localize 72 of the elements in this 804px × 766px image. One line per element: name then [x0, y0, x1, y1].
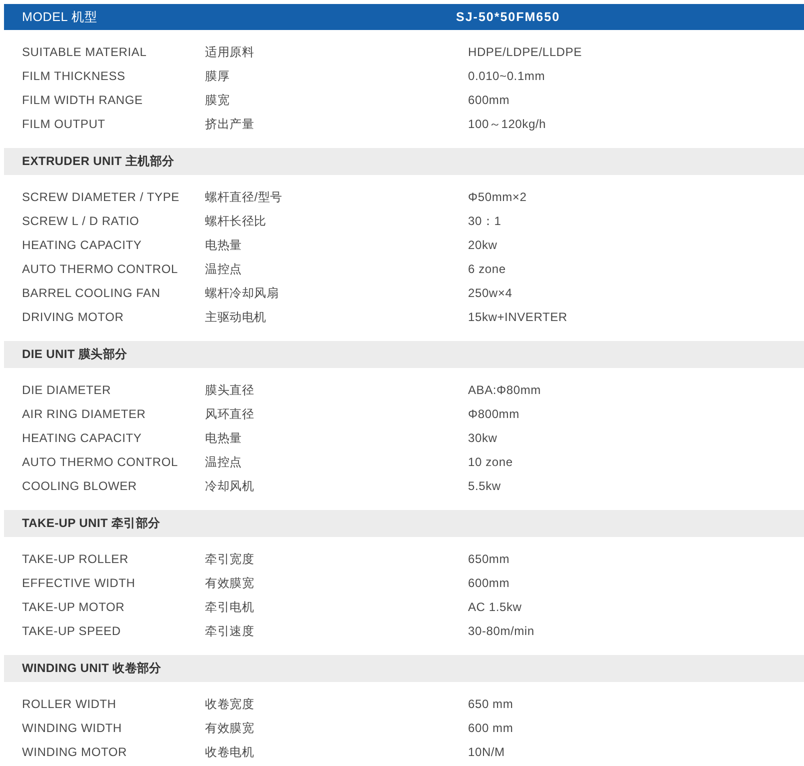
- spec-name: FILM THICKNESS: [22, 69, 126, 83]
- spec-value: 15kw+INVERTER: [468, 310, 568, 324]
- spec-name: AUTO THERMO CONTROL: [22, 455, 179, 469]
- spec-value: HDPE/LDPE/LLDPE: [468, 45, 583, 59]
- spec-name: BARREL COOLING FAN: [22, 286, 162, 300]
- spec-name: SCREW L / D RATIO: [22, 214, 140, 228]
- spec-name-chinese: 温控点: [205, 454, 243, 470]
- spec-name: SUITABLE MATERIAL: [22, 45, 148, 59]
- spec-name: TAKE-UP SPEED: [22, 624, 122, 638]
- spec-name: COOLING BLOWER: [22, 479, 138, 493]
- spec-name: WINDING WIDTH: [22, 721, 123, 735]
- spec-name-chinese: 有效膜宽: [205, 720, 256, 736]
- spec-value: 30-80m/min: [468, 624, 536, 638]
- spec-name: AUTO THERMO CONTROL: [22, 262, 179, 276]
- spec-name-chinese: 风环直径: [205, 406, 256, 422]
- spec-name-chinese: 牵引速度: [205, 622, 256, 640]
- model-label: MODEL 机型: [21, 8, 99, 26]
- spec-name-chinese: 牵引宽度: [205, 550, 256, 568]
- spec-name-chinese: 冷却风机: [205, 478, 256, 494]
- spec-name: HEATING CAPACITY: [22, 431, 143, 445]
- spec-name: WINDING MOTOR: [22, 745, 128, 759]
- spec-value: 100～120kg/h: [468, 116, 548, 132]
- spec-name-chinese: 膜头直径: [205, 382, 256, 398]
- spec-value: 30kw: [468, 431, 498, 445]
- spec-name: SCREW DIAMETER / TYPE: [22, 190, 180, 204]
- spec-value: Φ50mm×2: [468, 190, 528, 204]
- spec-name: DIE DIAMETER: [22, 383, 112, 397]
- spec-name: ROLLER WIDTH: [22, 697, 118, 711]
- spec-name-chinese: 适用原料: [205, 44, 256, 60]
- section-title: TAKE-UP UNIT 牵引部分: [21, 515, 160, 532]
- spec-value: 5.5kw: [468, 479, 502, 493]
- spec-value: 10 zone: [468, 455, 514, 469]
- spec-value: 250w×4: [468, 286, 514, 300]
- spec-value: 600mm: [468, 93, 511, 107]
- spec-value: 650 mm: [468, 697, 514, 711]
- section-title: WINDING UNIT 收卷部分: [21, 660, 162, 677]
- spec-value: 600mm: [468, 576, 511, 590]
- spec-name-chinese: 挤出产量: [205, 116, 256, 132]
- spec-value: AC 1.5kw: [468, 600, 523, 614]
- spec-name-chinese: 主驱动电机: [205, 308, 268, 326]
- spec-name-chinese: 电热量: [205, 430, 243, 446]
- spec-name-chinese: 电热量: [205, 236, 243, 254]
- spec-name: DRIVING MOTOR: [22, 310, 125, 324]
- spec-name: HEATING CAPACITY: [22, 238, 143, 252]
- spec-name-chinese: 收卷宽度: [205, 696, 256, 712]
- spec-value: Φ800mm: [468, 407, 520, 421]
- spec-name: TAKE-UP ROLLER: [22, 552, 130, 566]
- spec-value: 650mm: [468, 552, 511, 566]
- spec-name-chinese: 收卷电机: [205, 744, 256, 760]
- section-title: DIE UNIT 膜头部分: [21, 346, 128, 363]
- spec-value: ABA:Φ80mm: [468, 383, 542, 397]
- spec-name-chinese: 膜宽: [205, 92, 231, 108]
- spec-name-chinese: 温控点: [205, 260, 243, 278]
- spec-name-chinese: 螺杆长径比: [205, 212, 268, 230]
- spec-name-chinese: 有效膜宽: [205, 574, 256, 592]
- spec-name-chinese: 膜厚: [205, 68, 231, 84]
- spec-name: FILM OUTPUT: [22, 117, 106, 131]
- spec-name: EFFECTIVE WIDTH: [22, 576, 136, 590]
- spec-name: FILM WIDTH RANGE: [22, 93, 144, 107]
- spec-name-chinese: 牵引电机: [205, 598, 256, 616]
- spec-value: 20kw: [468, 238, 498, 252]
- spec-value: 600 mm: [468, 721, 514, 735]
- spec-value: 6 zone: [468, 262, 507, 276]
- spec-value: 10N/M: [468, 745, 506, 759]
- spec-value: 0.010~0.1mm: [468, 69, 546, 83]
- spec-name: AIR RING DIAMETER: [22, 407, 147, 421]
- spec-name-chinese: 螺杆冷却风扇: [205, 284, 280, 302]
- section-title: EXTRUDER UNIT 主机部分: [21, 153, 174, 170]
- model-value: SJ-50*50FM650: [456, 10, 562, 24]
- spec-name-chinese: 螺杆直径/型号: [205, 188, 284, 206]
- spec-value: 30：1: [468, 212, 502, 230]
- spec-name: TAKE-UP MOTOR: [22, 600, 126, 614]
